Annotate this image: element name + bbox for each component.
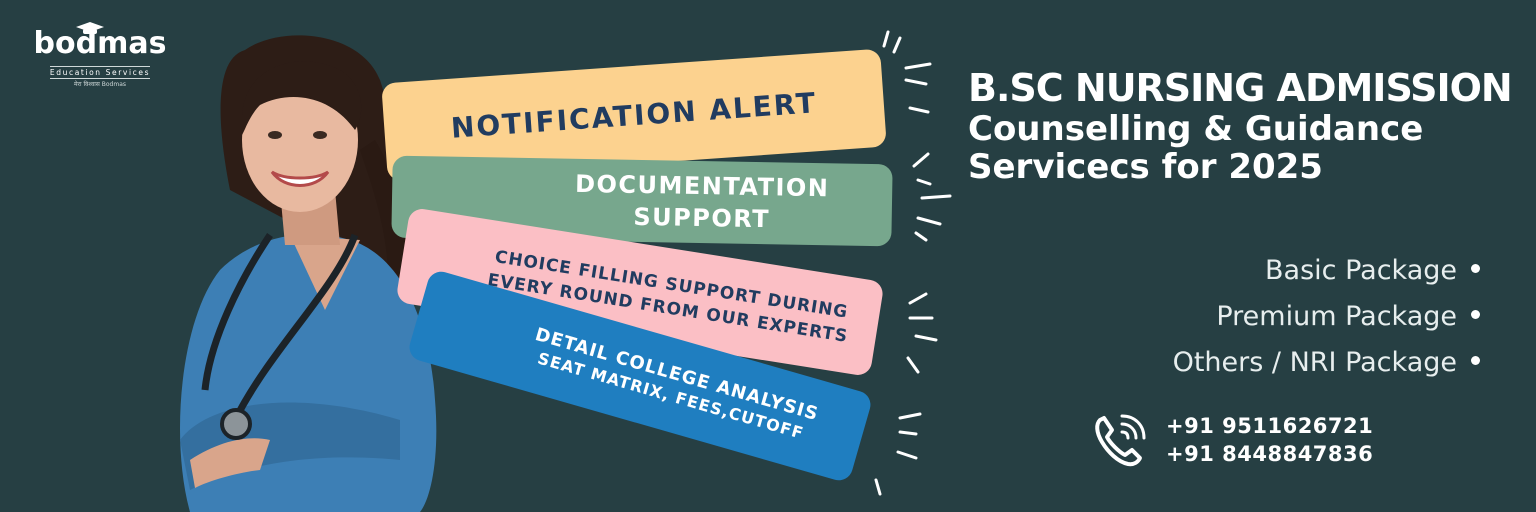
ad-banner: bodmas Education Services मेरा विश्वास B… (0, 0, 1536, 512)
burst-lines-decoration (874, 30, 952, 496)
banner-documentation-line2: Support (633, 202, 771, 234)
logo-tagline: मेरा विश्वास Bodmas (73, 81, 127, 88)
phone-number-2: +91 8448847836 (1166, 442, 1374, 466)
phone-number-1: +91 9511626721 (1166, 414, 1374, 438)
brand-logo: bodmas Education Services मेरा विश्वास B… (30, 22, 170, 88)
headline-line2: Counselling & Guidance (968, 109, 1424, 149)
package-list: Basic Package Premium Package Others / N… (1173, 248, 1480, 386)
headline-title: B.SC NURSING ADMISSION (968, 66, 1513, 110)
package-item: Basic Package (1173, 248, 1480, 294)
phone-numbers: +91 9511626721 +91 8448847836 (1166, 412, 1373, 468)
logo-subtitle: Education Services (49, 66, 151, 79)
package-basic-label: Basic Package (1265, 255, 1457, 286)
banner-notification-text: Notification Alert (449, 85, 819, 145)
graduation-cap-icon (76, 22, 104, 34)
package-item: Others / NRI Package (1173, 340, 1480, 386)
phone-icon (1095, 414, 1146, 467)
package-premium-label: Premium Package (1216, 301, 1457, 332)
headline: B.SC NURSING ADMISSION Counselling & Gui… (968, 66, 1513, 187)
banner-documentation-line1: Documentation (574, 169, 830, 203)
bullet-icon (1471, 356, 1480, 365)
package-nri-label: Others / NRI Package (1172, 347, 1457, 378)
headline-line3: Servicecs for 2025 (968, 147, 1323, 187)
bullet-icon (1471, 264, 1480, 273)
package-item: Premium Package (1173, 294, 1480, 340)
bullet-icon (1471, 310, 1480, 319)
